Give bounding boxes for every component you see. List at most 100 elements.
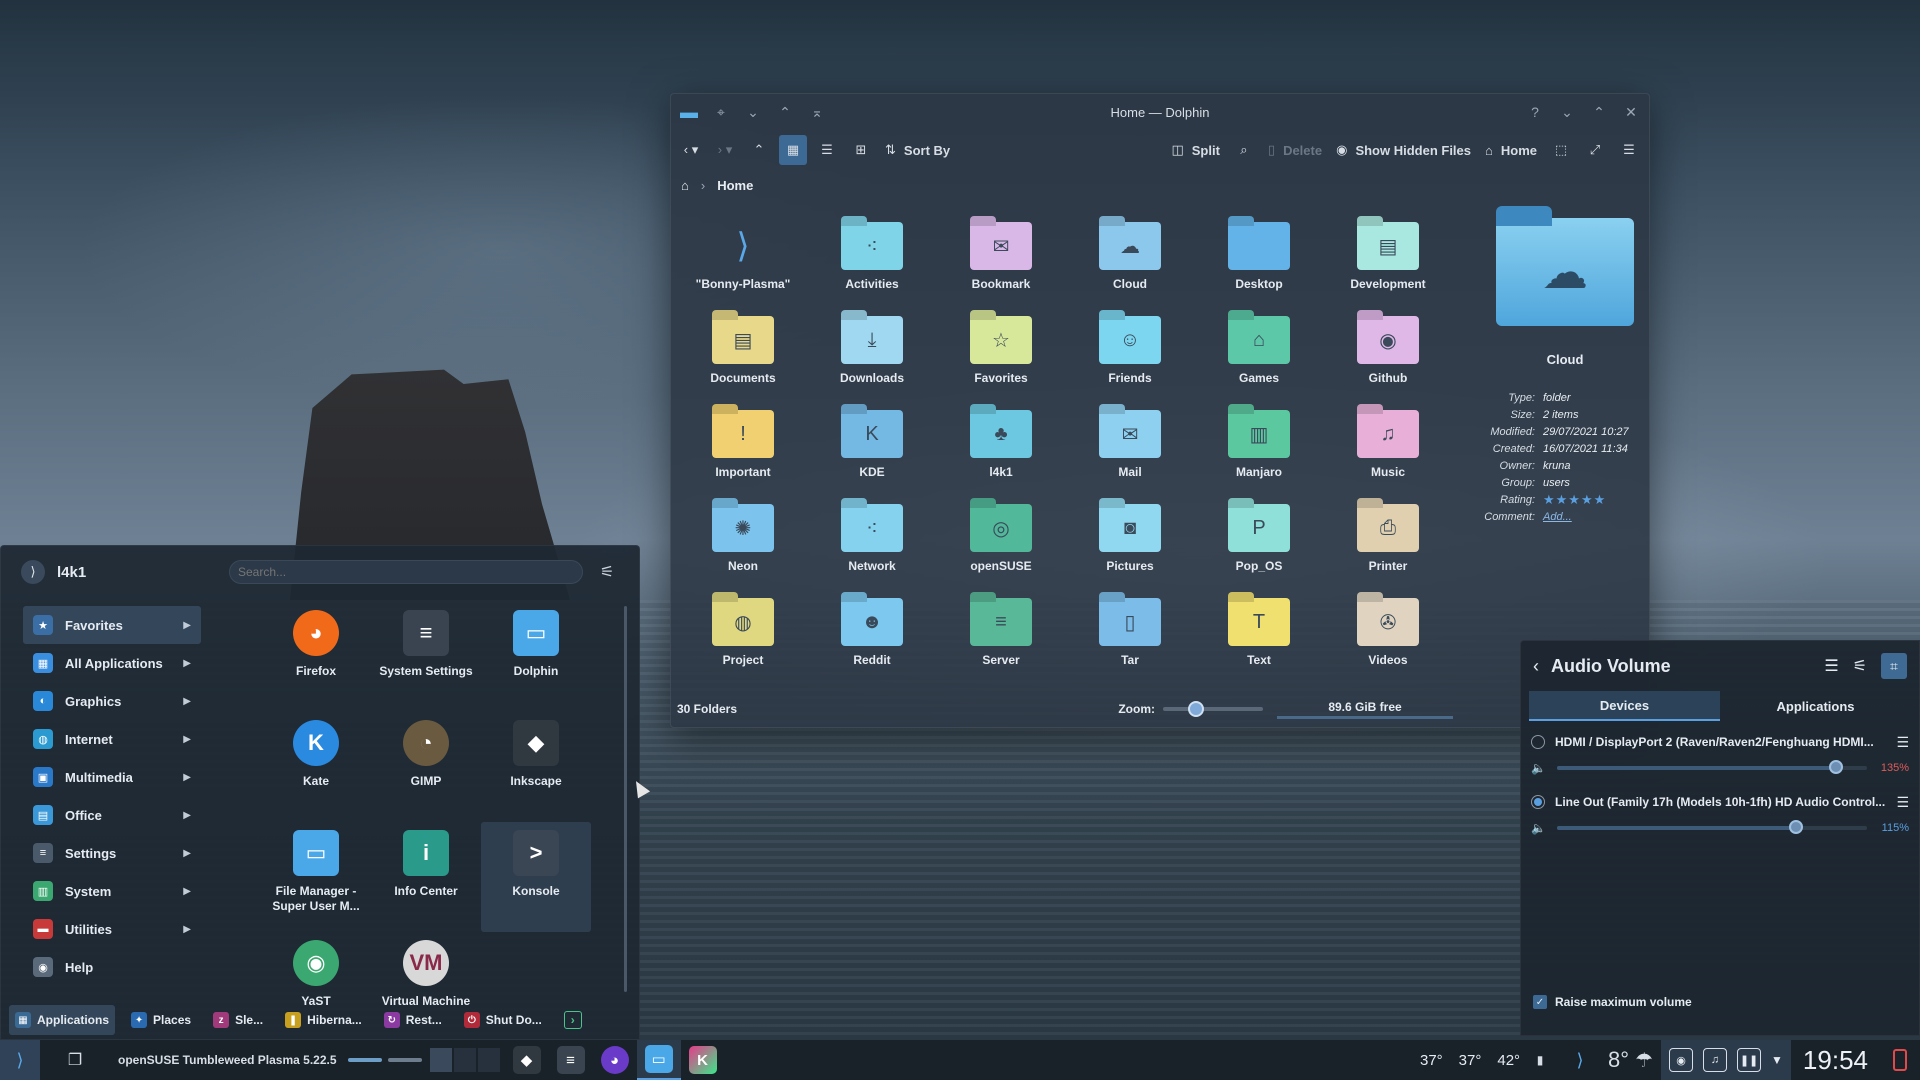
app-firefox[interactable]: ◕ Firefox: [261, 602, 371, 712]
folder-item[interactable]: ✇ Videos: [1324, 598, 1452, 692]
folder-item[interactable]: ✉ Bookmark: [937, 222, 1065, 316]
category-internet[interactable]: ◍ Internet ▶: [23, 720, 201, 758]
category-system[interactable]: ▥ System ▶: [23, 872, 201, 910]
pause-icon[interactable]: ❚❚: [1737, 1048, 1762, 1072]
volume-slider-handle[interactable]: [1788, 820, 1803, 834]
chevron-down-icon[interactable]: ▼: [1771, 1053, 1783, 1067]
category-utilities[interactable]: ▬ Utilities ▶: [23, 910, 201, 948]
kde-connect-icon[interactable]: ⟩: [1560, 1040, 1600, 1080]
footer-applications[interactable]: ▦ Applications: [9, 1005, 116, 1035]
avatar[interactable]: ⟩: [21, 560, 45, 584]
folder-item[interactable]: ⎙ Printer: [1324, 504, 1452, 598]
launcher-button[interactable]: ⟩: [0, 1040, 40, 1080]
pin-icon[interactable]: ⌗: [1881, 653, 1907, 679]
forward-button[interactable]: › ▾: [711, 135, 739, 165]
folder-item[interactable]: ▤ Development: [1324, 222, 1452, 316]
category-graphics[interactable]: ◐ Graphics ▶: [23, 682, 201, 720]
category-office[interactable]: ▤ Office ▶: [23, 796, 201, 834]
weather-widget[interactable]: 8° ☂: [1600, 1040, 1661, 1080]
home-icon[interactable]: ⌂: [681, 178, 689, 193]
delete-button[interactable]: ▯ Delete: [1264, 135, 1326, 165]
folder-item[interactable]: T Text: [1195, 598, 1323, 692]
configure-icon[interactable]: ⚟: [1853, 656, 1867, 676]
folder-item[interactable]: ⁖ Activities: [808, 222, 936, 316]
app-info-center[interactable]: i Info Center: [371, 822, 481, 932]
app-inkscape[interactable]: ◆ Inkscape: [481, 712, 591, 822]
dolphin-window[interactable]: ▬ ⌖ ⌄ ⌃ ⌅ Home — Dolphin ? ⌄ ⌃ ✕ ‹ ▾ › ▾…: [670, 93, 1650, 728]
folder-item[interactable]: ▯ Tar: [1066, 598, 1194, 692]
footer-hiberna[interactable]: ❚ Hiberna...: [279, 1005, 368, 1035]
folder-item[interactable]: ◍ Project: [679, 598, 807, 692]
folder-item[interactable]: ▤ Documents: [679, 316, 807, 410]
more-actions-icon[interactable]: ›: [563, 1011, 582, 1029]
back-button[interactable]: ‹ ▾: [677, 135, 705, 165]
details-view-button[interactable]: ☰: [813, 135, 841, 165]
app-dolphin[interactable]: ▭ Dolphin: [481, 602, 591, 712]
folder-item[interactable]: ⤓ Downloads: [808, 316, 936, 410]
app-kate[interactable]: K Kate: [261, 712, 371, 822]
folder-item[interactable]: ! Important: [679, 410, 807, 504]
show-hidden-files-button[interactable]: ◉ Show Hidden Files: [1332, 135, 1475, 165]
menu-icon[interactable]: ☰: [1824, 656, 1838, 676]
task-inkscape[interactable]: ◆: [505, 1040, 549, 1080]
default-device-radio[interactable]: [1531, 795, 1545, 809]
folder-item[interactable]: ☺ Friends: [1066, 316, 1194, 410]
folder-item[interactable]: ◙ Pictures: [1066, 504, 1194, 598]
task-dolphin[interactable]: ▭: [636, 1040, 681, 1080]
category-favorites[interactable]: ★ Favorites ▶: [23, 606, 201, 644]
folder-item[interactable]: ▥ Manjaro: [1195, 410, 1323, 504]
pin-icon[interactable]: ⌖: [709, 101, 733, 123]
keep-above-icon[interactable]: ⌃: [773, 101, 797, 123]
folder-item[interactable]: ⁖ Network: [808, 504, 936, 598]
volume-slider[interactable]: [1557, 760, 1867, 774]
free-space[interactable]: 89.6 GiB free: [1277, 700, 1453, 719]
hamburger-menu-button[interactable]: ☰: [1615, 135, 1643, 165]
virtual-desktop-pager[interactable]: [425, 1040, 505, 1080]
default-device-radio[interactable]: [1531, 735, 1545, 749]
task-system-settings[interactable]: ≡: [549, 1040, 593, 1080]
folder-item[interactable]: ☻ Reddit: [808, 598, 936, 692]
compact-view-button[interactable]: ⊞: [847, 135, 875, 165]
sort-by-button[interactable]: ⇅ Sort By: [881, 135, 954, 165]
keep-below-icon[interactable]: ⌅: [805, 101, 829, 123]
home-button[interactable]: ⌂ Home: [1481, 135, 1541, 165]
back-icon[interactable]: ‹: [1533, 656, 1539, 677]
task-firefox[interactable]: ◕: [593, 1040, 637, 1080]
zoom-slider[interactable]: [1163, 701, 1263, 717]
fullscreen-button[interactable]: ⤢: [1581, 135, 1609, 165]
icons-view-button[interactable]: ▦: [779, 135, 807, 165]
speaker-icon[interactable]: 🔈: [1531, 821, 1546, 835]
speaker-icon[interactable]: 🔈: [1531, 761, 1546, 775]
logout-icon[interactable]: [1880, 1040, 1920, 1080]
close-icon[interactable]: ✕: [1619, 101, 1643, 123]
app-system-settings[interactable]: ≡ System Settings: [371, 602, 481, 712]
minimize-icon[interactable]: ⌄: [1555, 101, 1579, 123]
category-settings[interactable]: ≡ Settings ▶: [23, 834, 201, 872]
search-button[interactable]: ⌕: [1230, 135, 1258, 165]
rating-stars[interactable]: ★★★★★: [1543, 492, 1606, 508]
up-button[interactable]: ⌃: [745, 135, 773, 165]
footer-places[interactable]: ✦ Places: [125, 1005, 197, 1035]
folder-item[interactable]: ☆ Favorites: [937, 316, 1065, 410]
folder-item[interactable]: ◎ openSUSE: [937, 504, 1065, 598]
folder-item[interactable]: ⟩ "Bonny-Plasma": [679, 222, 807, 316]
folder-item[interactable]: ☁ Cloud: [1066, 222, 1194, 316]
folder-item[interactable]: K KDE: [808, 410, 936, 504]
folder-item[interactable]: ♣ l4k1: [937, 410, 1065, 504]
footer-sle[interactable]: z Sle...: [207, 1005, 269, 1035]
category-all-applications[interactable]: ▦ All Applications ▶: [23, 644, 201, 682]
breadcrumb-home[interactable]: Home: [717, 178, 753, 193]
pager-button[interactable]: ❐: [40, 1040, 110, 1080]
raise-max-volume-checkbox[interactable]: ✓ Raise maximum volume: [1533, 995, 1692, 1009]
volume-slider[interactable]: [1557, 820, 1867, 834]
category-help[interactable]: ◉ Help: [23, 948, 201, 986]
add-comment-link[interactable]: Add...: [1543, 511, 1572, 523]
app-gimp[interactable]: ◔ GIMP: [371, 712, 481, 822]
folder-item[interactable]: ◉ Github: [1324, 316, 1452, 410]
zoom-slider-handle[interactable]: [1188, 701, 1205, 717]
menu-icon[interactable]: ☰: [1896, 794, 1909, 811]
select-icon-button[interactable]: ⬚: [1547, 135, 1575, 165]
shade-down-icon[interactable]: ⌄: [741, 101, 765, 123]
scrollbar[interactable]: [624, 606, 627, 992]
search-input[interactable]: [229, 560, 583, 584]
